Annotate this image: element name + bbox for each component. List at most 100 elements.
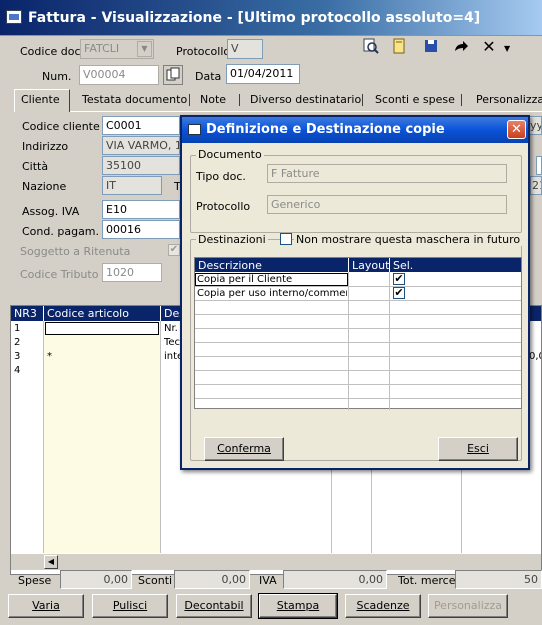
right-clipped-field[interactable]: yy	[528, 116, 542, 135]
indirizzo-field[interactable]: VIA VARMO, 1/A	[102, 136, 180, 155]
personalizza-button[interactable]: Personalizza	[428, 594, 508, 618]
horizontal-scrollbar[interactable]: ◀	[11, 553, 541, 570]
cond-pagam-field[interactable]: 00016	[102, 220, 180, 239]
grid-line	[195, 328, 521, 329]
protocollo-field[interactable]: V	[227, 39, 263, 59]
tab-diverso-destinatario[interactable]: Diverso destinatario	[244, 90, 367, 110]
grid-line	[195, 356, 521, 357]
grid-line	[389, 272, 390, 410]
iva-label: IVA	[259, 574, 277, 587]
row-nr: 1	[14, 323, 21, 334]
conferma-button[interactable]: Conferma	[204, 437, 284, 461]
stampa-label: Stampa	[276, 599, 320, 612]
tipo-doc-label: Tipo doc.	[196, 170, 246, 183]
indirizzo-label: Indirizzo	[22, 140, 69, 153]
esci-button[interactable]: Esci	[438, 437, 518, 461]
codice-tributo-label: Codice Tributo	[20, 268, 99, 281]
tab-separator	[189, 94, 190, 106]
num-label: Num.	[42, 70, 72, 83]
tot-merce-value: 50	[455, 570, 542, 589]
dialog-close-icon[interactable]: ✕	[507, 120, 526, 139]
conferma-label: Conferma	[217, 442, 271, 455]
scadenze-label: Scadenze	[356, 599, 410, 612]
tab-separator	[461, 94, 462, 106]
app-icon	[6, 10, 22, 24]
non-mostrare-checkbox[interactable]	[280, 233, 292, 245]
citta-field[interactable]: 35100	[102, 156, 180, 175]
sel-checkbox[interactable]: ✔	[393, 273, 405, 285]
stampa-button[interactable]: Stampa	[258, 593, 338, 619]
tab-testata-documento[interactable]: Testata documento	[76, 90, 193, 110]
esci-label: Esci	[467, 442, 489, 455]
documento-group-label: Documento	[196, 148, 264, 161]
col-header-descrizione[interactable]: Descrizione	[195, 258, 348, 272]
soggetto-ritenuta-label: Soggetto a Ritenuta	[20, 245, 131, 258]
right-clipped-field[interactable]: 210	[530, 176, 542, 195]
sconti-value: 0,00	[174, 570, 250, 589]
destinazioni-table[interactable]: Descrizione Layout Sel. Copia per il Cli…	[194, 257, 522, 410]
cond-pagam-label: Cond. pagam.	[22, 225, 100, 238]
dialog-app-icon	[188, 124, 201, 135]
row-nr: 2	[14, 337, 21, 348]
non-mostrare-label[interactable]: Non mostrare questa maschera in futuro	[294, 233, 523, 246]
col-header-layout[interactable]: Layout	[349, 258, 389, 272]
copie-dialog: Definizione e Destinazione copie ✕ Docum…	[180, 115, 530, 470]
active-cell[interactable]	[45, 322, 159, 335]
tab-separator	[239, 94, 240, 106]
close-x-icon[interactable]: ✕	[478, 36, 500, 58]
data-field[interactable]: 01/04/2011	[226, 64, 300, 84]
personalizza-label: Personalizza	[433, 599, 503, 612]
nazione-label: Nazione	[22, 180, 67, 193]
row-nr: 4	[14, 365, 21, 376]
protocollo-label: Protocollo	[176, 45, 231, 58]
dialog-titlebar: Definizione e Destinazione copie ✕	[182, 117, 528, 143]
num-lookup-button[interactable]	[163, 65, 183, 85]
row-descrizione[interactable]: Copia per il Cliente	[197, 274, 292, 285]
row-nr: 3	[14, 351, 21, 362]
col-header-nr[interactable]: NR3	[11, 306, 43, 321]
tab-personalizzazione[interactable]: Personalizzaz	[470, 90, 542, 110]
chevron-down-icon[interactable]: ▼	[137, 41, 152, 57]
dialog-title: Definizione e Destinazione copie	[206, 122, 445, 137]
codice-doc-select[interactable]: FATCLI ▼	[80, 39, 154, 59]
soggetto-ritenuta-checkbox[interactable]: ✔	[168, 244, 180, 256]
varia-button[interactable]: Varia	[8, 594, 84, 618]
tab-note[interactable]: Note	[194, 90, 232, 110]
pulisci-button[interactable]: Pulisci	[92, 594, 168, 618]
decontabil-label: Decontabil	[184, 599, 244, 612]
scroll-left-arrow-icon[interactable]: ◀	[44, 555, 58, 569]
decontabil-button[interactable]: Decontabil	[176, 594, 252, 618]
col-header-sel[interactable]: Sel.	[390, 258, 521, 272]
row-code: *	[47, 351, 52, 362]
codice-tributo-field[interactable]: 1020	[102, 263, 162, 282]
grid-line	[195, 300, 521, 301]
book-icon[interactable]	[388, 36, 410, 58]
spese-label: Spese	[18, 574, 52, 587]
grid-line	[195, 342, 521, 343]
grid-line	[195, 314, 521, 315]
tot-merce-label: Tot. merce	[398, 574, 456, 587]
assog-iva-field[interactable]: E10	[102, 200, 180, 219]
protocollo-label: Protocollo	[196, 200, 251, 213]
nazione-field[interactable]: IT	[102, 176, 162, 195]
dropdown-arrow-icon[interactable]: ▼	[504, 44, 510, 53]
col-header-codice-articolo[interactable]: Codice articolo	[44, 306, 160, 321]
num-field[interactable]: V00004	[79, 65, 159, 85]
window-title: Fattura - Visualizzazione - [Ultimo prot…	[28, 10, 481, 26]
row-descrizione[interactable]: Copia per uso interno/commerc	[197, 288, 347, 299]
tab-separator	[362, 94, 363, 106]
codice-doc-value: FATCLI	[84, 42, 120, 55]
tipo-doc-field: F Fatture	[267, 164, 507, 183]
varia-label: Varia	[32, 599, 60, 612]
pulisci-label: Pulisci	[112, 599, 148, 612]
sel-checkbox[interactable]: ✔	[393, 287, 405, 299]
grid-line	[195, 370, 521, 371]
right-clipped-field[interactable]	[536, 156, 542, 175]
scadenze-button[interactable]: Scadenze	[345, 594, 421, 618]
search-icon[interactable]	[360, 36, 382, 58]
save-icon[interactable]	[420, 36, 442, 58]
tab-sconti-spese[interactable]: Sconti e spese	[369, 90, 461, 110]
codice-cliente-field[interactable]: C0001	[102, 116, 180, 135]
forward-arrow-icon[interactable]	[450, 36, 472, 58]
tab-cliente[interactable]: Cliente	[14, 89, 70, 112]
